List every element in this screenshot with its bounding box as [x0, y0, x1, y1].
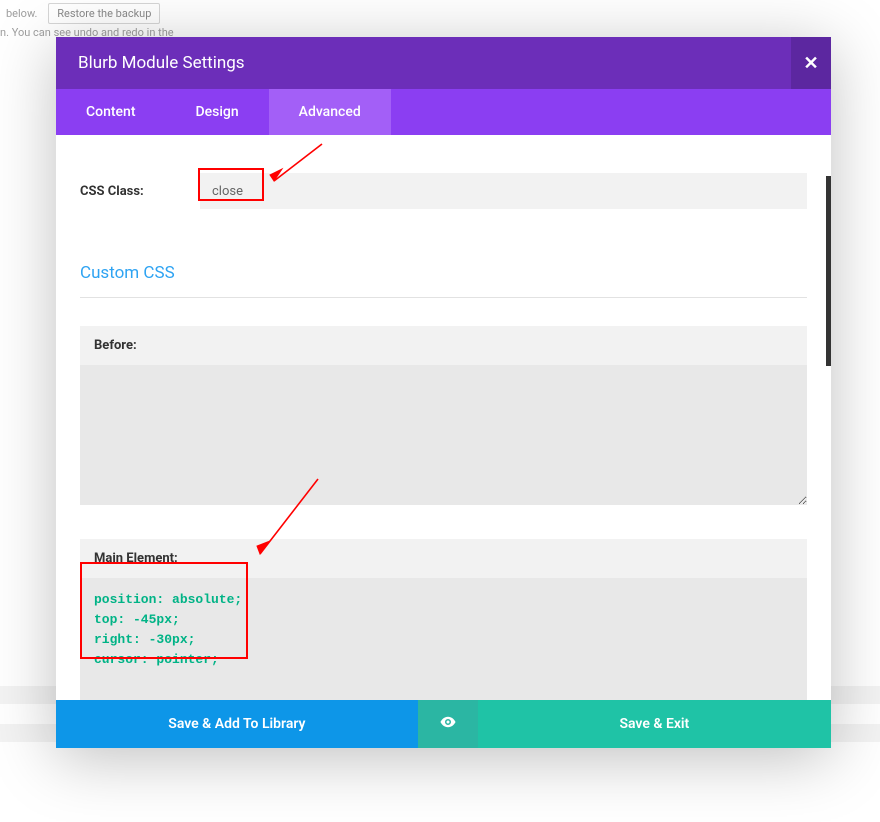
main-element-textarea[interactable] — [80, 578, 807, 700]
custom-css-heading: Custom CSS — [80, 263, 807, 283]
tab-advanced[interactable]: Advanced — [269, 89, 391, 135]
main-element-block: Main Element: — [80, 539, 807, 700]
bg-restore-button[interactable]: Restore the backup — [48, 3, 160, 24]
tab-content[interactable]: Content — [56, 89, 166, 135]
divider — [80, 297, 807, 298]
close-icon: ✕ — [803, 53, 818, 74]
bg-below-text: below. — [6, 7, 37, 20]
before-textarea[interactable] — [80, 365, 807, 505]
before-label: Before: — [80, 326, 807, 365]
css-class-input[interactable] — [200, 173, 807, 209]
save-add-library-button[interactable]: Save & Add To Library — [56, 700, 418, 748]
modal-header: Blurb Module Settings ✕ — [56, 37, 831, 89]
eye-icon — [439, 713, 457, 735]
before-block: Before: — [80, 326, 807, 509]
scroll-indicator[interactable] — [826, 176, 831, 366]
bg-hint-row: below. Restore the backup — [6, 3, 160, 24]
preview-button[interactable] — [418, 700, 478, 748]
css-class-label: CSS Class: — [80, 184, 200, 199]
content-area: CSS Class: Custom CSS Before: Main Eleme… — [56, 135, 831, 700]
tabs-bar: Content Design Advanced — [56, 89, 831, 135]
css-class-row: CSS Class: — [80, 173, 807, 209]
modal-title: Blurb Module Settings — [78, 53, 245, 73]
tab-design[interactable]: Design — [166, 89, 269, 135]
settings-modal: Blurb Module Settings ✕ Content Design A… — [56, 37, 831, 748]
main-element-label: Main Element: — [80, 539, 807, 578]
close-button[interactable]: ✕ — [791, 37, 831, 89]
modal-footer: Save & Add To Library Save & Exit — [56, 700, 831, 748]
save-exit-button[interactable]: Save & Exit — [478, 700, 831, 748]
